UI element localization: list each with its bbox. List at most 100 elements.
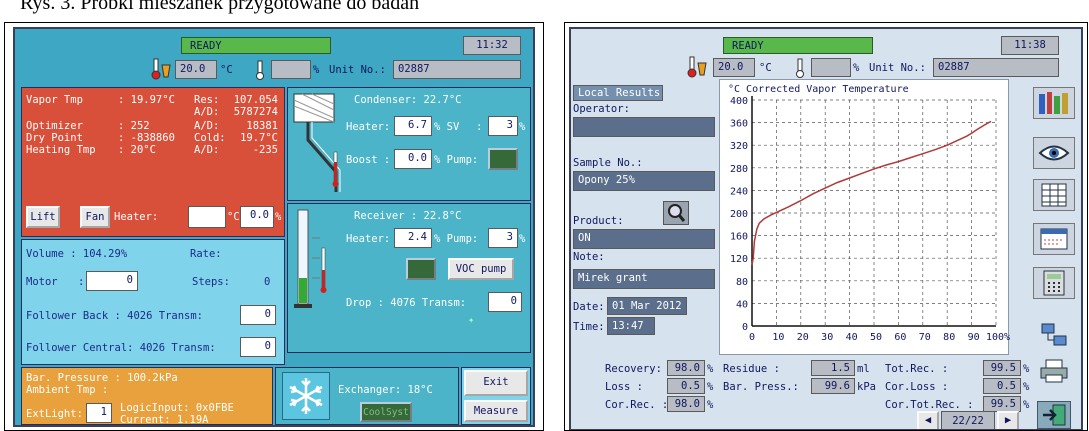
printer-icon[interactable] — [1033, 355, 1075, 387]
y-tick-label: 120 — [730, 254, 748, 265]
next-page-button[interactable]: ▶ — [997, 411, 1019, 429]
series-line — [751, 120, 992, 266]
x-tick-label: 80 — [943, 332, 955, 343]
status-bar: READY — [181, 37, 331, 54]
temperature-field[interactable]: 20.0 — [175, 60, 217, 79]
heater-pct-unit: % — [275, 211, 282, 223]
y-tick-label: 280 — [730, 164, 748, 175]
action-panel: Exit Measure — [461, 367, 531, 425]
measure-button[interactable]: Measure — [464, 400, 528, 422]
drop-label: Drop : 4076 Transm: — [346, 297, 467, 309]
boost-field[interactable]: 0.0 — [394, 149, 432, 169]
thermometer-flask-icon — [151, 57, 173, 81]
sample-field[interactable]: Opony 25% — [573, 171, 715, 191]
table-icon[interactable] — [1033, 179, 1075, 211]
y-tick-label: 400 — [730, 96, 748, 107]
motor-field[interactable]: 0 — [86, 271, 138, 291]
follower-central-label: Follower Central: 4026 Transm: — [26, 342, 216, 354]
temperature-field[interactable]: 20.0 — [713, 58, 755, 77]
fan-button[interactable]: Fan — [80, 206, 110, 228]
unit-no-label: Unit No.: — [869, 62, 926, 74]
vapor-row-key2: Cold: — [194, 132, 226, 144]
receiver-pump-field[interactable]: 3 — [488, 228, 518, 248]
exchanger-panel: Exchanger: 18°C CoolSyst — [275, 367, 459, 425]
x-tick-label: 60 — [894, 332, 906, 343]
y-tick-label: 200 — [730, 209, 748, 220]
lift-button[interactable]: Lift — [26, 206, 60, 228]
vapor-row-value: : 20°C — [118, 144, 156, 156]
clock: 11:32 — [463, 36, 521, 55]
residue-field: 1.5 — [811, 360, 855, 376]
note-field[interactable]: Mirek grant — [573, 269, 715, 289]
bar-press-field: 99.6 — [811, 378, 855, 394]
receiver-pump-unit: % — [519, 233, 526, 245]
extlight-label: ExtLight: — [26, 408, 83, 420]
flask-tools-icon[interactable] — [1033, 87, 1075, 119]
condenser-pump-label: % Pump: — [434, 154, 479, 166]
boost-label: Boost : — [346, 154, 391, 166]
tot-rec-unit: % — [1023, 363, 1030, 375]
vapor-row-key2: A/D: — [194, 106, 220, 118]
results-block: Recovery: 98.0 % Loss : 0.5 % Cor.Rec. :… — [605, 359, 1033, 412]
receiver-heater-field[interactable]: 2.4 — [394, 228, 432, 248]
drop-transm-field[interactable]: 0 — [488, 292, 522, 312]
condenser-heater-field[interactable]: 6.7 — [394, 116, 432, 136]
condenser-pump-toggle[interactable] — [488, 148, 518, 170]
receiver-heater-toggle[interactable] — [406, 258, 436, 280]
humidity-field[interactable] — [271, 60, 311, 79]
magnifier-icon[interactable] — [663, 201, 689, 225]
vapor-row-label: Heating Tmp — [26, 144, 96, 156]
coolsyst-button[interactable]: CoolSyst — [360, 402, 412, 422]
bar-press-unit: kPa — [857, 381, 876, 393]
exit-door-icon[interactable] — [1037, 401, 1071, 429]
extlight-field[interactable]: 1 — [86, 403, 112, 423]
exchanger-label: Exchanger: 18°C — [338, 384, 433, 396]
snowflake-icon — [282, 372, 330, 420]
eye-icon[interactable] — [1033, 137, 1075, 169]
y-tick-label: 160 — [730, 232, 748, 243]
x-tick-label: 10 — [772, 332, 784, 343]
product-field[interactable]: ON — [573, 229, 715, 249]
follower-central-field[interactable]: 0 — [240, 337, 276, 357]
voc-pump-button[interactable]: VOC pump — [448, 258, 514, 280]
x-tick-label: 70 — [919, 332, 931, 343]
calculator-icon[interactable] — [1033, 267, 1075, 299]
status-text: READY — [732, 40, 764, 52]
window-icon[interactable] — [1033, 223, 1075, 255]
ambient-label: Ambient Tmp : — [26, 384, 109, 396]
page-indicator: 22/22 — [941, 411, 995, 429]
recovery-label: Recovery: — [605, 363, 662, 375]
condenser-sv-label: % SV — [434, 121, 460, 133]
date-label: Date: — [573, 301, 605, 313]
condenser-diagram-icon — [292, 92, 342, 196]
exit-button[interactable]: Exit — [464, 370, 528, 396]
cor-tot-rec-unit: % — [1023, 399, 1030, 411]
x-tick-label: 20 — [797, 332, 809, 343]
receiver-title: Receiver : 22.8°C — [354, 210, 462, 222]
follower-back-field[interactable]: 0 — [240, 305, 276, 325]
x-tick-label: 50 — [870, 332, 882, 343]
x-tick-label: 30 — [821, 332, 833, 343]
time-field[interactable]: 13:47 — [607, 317, 655, 335]
vapor-row-value: : -838860 — [118, 132, 175, 144]
vapor-row-key2: A/D: — [194, 120, 220, 132]
unit-no-field: 02887 — [393, 60, 521, 79]
status-text: READY — [190, 40, 222, 52]
y-tick-label: 0 — [742, 322, 748, 333]
motor-label: Motor — [26, 276, 58, 288]
cor-loss-label: Cor.Loss : — [885, 381, 949, 393]
condenser-sv-field[interactable]: 3 — [488, 116, 518, 136]
heater-pct-field[interactable]: 0.0 — [240, 206, 274, 228]
unit-no-label: Unit No.: — [329, 64, 386, 76]
prev-page-button[interactable]: ◀ — [917, 411, 939, 429]
vapor-row-value2: 19.7°C — [240, 132, 278, 144]
date-field[interactable]: 01 Mar 2012 — [607, 297, 687, 315]
clock: 11:38 — [1001, 36, 1059, 55]
residue-label: Residue : — [723, 363, 780, 375]
network-icon[interactable] — [1033, 319, 1075, 351]
heater-temp-field[interactable] — [188, 206, 226, 228]
humidity-field[interactable] — [811, 58, 851, 77]
operator-field[interactable] — [573, 117, 715, 137]
temperature-unit: °C — [759, 62, 772, 74]
follower-back-label: Follower Back : 4026 Transm: — [26, 310, 204, 322]
